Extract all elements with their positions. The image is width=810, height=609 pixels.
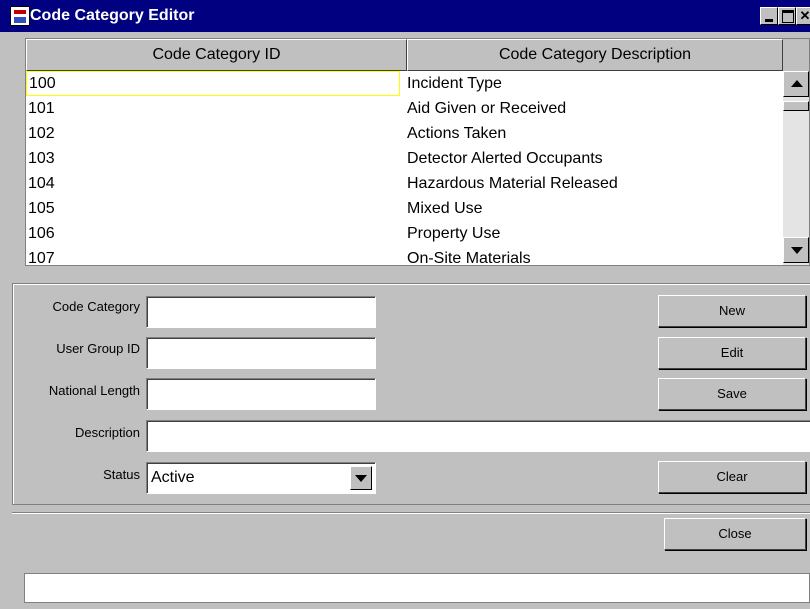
- cell-description[interactable]: Incident Type: [407, 71, 502, 96]
- clear-button[interactable]: Clear: [658, 461, 806, 493]
- status-select[interactable]: Active: [146, 462, 376, 494]
- scroll-thumb[interactable]: [783, 101, 809, 111]
- status-label: Status: [103, 467, 140, 482]
- cell-id[interactable]: 102: [28, 121, 55, 146]
- user-group-id-field[interactable]: [146, 337, 376, 369]
- table-row[interactable]: 103 Detector Alerted Occupants: [26, 146, 783, 171]
- java-app-icon: [10, 6, 30, 26]
- scroll-up-button[interactable]: [783, 71, 809, 97]
- scroll-down-button[interactable]: [783, 237, 809, 263]
- cell-id[interactable]: 101: [28, 96, 55, 121]
- cell-id[interactable]: 100: [26, 71, 400, 96]
- table-row[interactable]: 105 Mixed Use: [26, 196, 783, 221]
- national-length-label: National Length: [48, 383, 140, 398]
- cell-description[interactable]: On-Site Materials: [407, 246, 531, 265]
- table-row[interactable]: 101 Aid Given or Received: [26, 96, 783, 121]
- cell-id[interactable]: 107: [28, 246, 55, 265]
- cell-id[interactable]: 106: [28, 221, 55, 246]
- description-label: Description: [74, 425, 140, 440]
- national-length-field[interactable]: [146, 378, 376, 410]
- cell-id[interactable]: 105: [28, 196, 55, 221]
- code-category-field[interactable]: [146, 296, 376, 328]
- minimize-button[interactable]: [760, 7, 778, 25]
- status-bar: [24, 573, 810, 603]
- table-row[interactable]: 100 Incident Type: [26, 71, 783, 96]
- separator: [12, 512, 810, 514]
- window-title: Code Category Editor: [30, 7, 195, 24]
- cell-description[interactable]: Property Use: [407, 221, 500, 246]
- edit-button[interactable]: Edit: [658, 337, 806, 369]
- status-value: Active: [151, 469, 195, 486]
- header-corner: [783, 39, 809, 71]
- arrow-down-icon: [791, 247, 803, 254]
- table-row[interactable]: 106 Property Use: [26, 221, 783, 246]
- close-icon: ✕: [799, 8, 810, 23]
- new-button[interactable]: New: [658, 295, 806, 327]
- table-body: 100 Incident Type 101 Aid Given or Recei…: [26, 71, 783, 265]
- vertical-scrollbar[interactable]: [783, 71, 809, 265]
- column-header-description[interactable]: Code Category Description: [407, 39, 783, 71]
- maximize-button[interactable]: [778, 7, 796, 25]
- status-dropdown-button[interactable]: [350, 466, 372, 490]
- column-header-id[interactable]: Code Category ID: [26, 39, 407, 71]
- cell-description[interactable]: Actions Taken: [407, 121, 506, 146]
- code-category-table[interactable]: Code Category ID Code Category Descripti…: [25, 38, 810, 266]
- cell-description[interactable]: Hazardous Material Released: [407, 171, 618, 196]
- arrow-up-icon: [791, 80, 803, 87]
- title-bar[interactable]: Code Category Editor ✕: [0, 0, 810, 32]
- table-row[interactable]: 104 Hazardous Material Released: [26, 171, 783, 196]
- cell-id[interactable]: 104: [28, 171, 55, 196]
- table-row[interactable]: 107 On-Site Materials: [26, 246, 783, 265]
- save-button[interactable]: Save: [658, 378, 806, 410]
- chevron-down-icon: [355, 475, 367, 482]
- cell-description[interactable]: Mixed Use: [407, 196, 483, 221]
- cell-id[interactable]: 103: [28, 146, 55, 171]
- table-row[interactable]: 102 Actions Taken: [26, 121, 783, 146]
- cell-description[interactable]: Detector Alerted Occupants: [407, 146, 603, 171]
- close-button[interactable]: Close: [664, 518, 806, 550]
- user-group-id-label: User Group ID: [56, 341, 140, 356]
- code-category-label: Code Category: [52, 299, 140, 314]
- cell-description[interactable]: Aid Given or Received: [407, 96, 566, 121]
- description-field[interactable]: [146, 420, 810, 452]
- minimize-icon: [765, 19, 773, 22]
- maximize-icon: [782, 10, 794, 23]
- close-window-button[interactable]: ✕: [796, 7, 810, 25]
